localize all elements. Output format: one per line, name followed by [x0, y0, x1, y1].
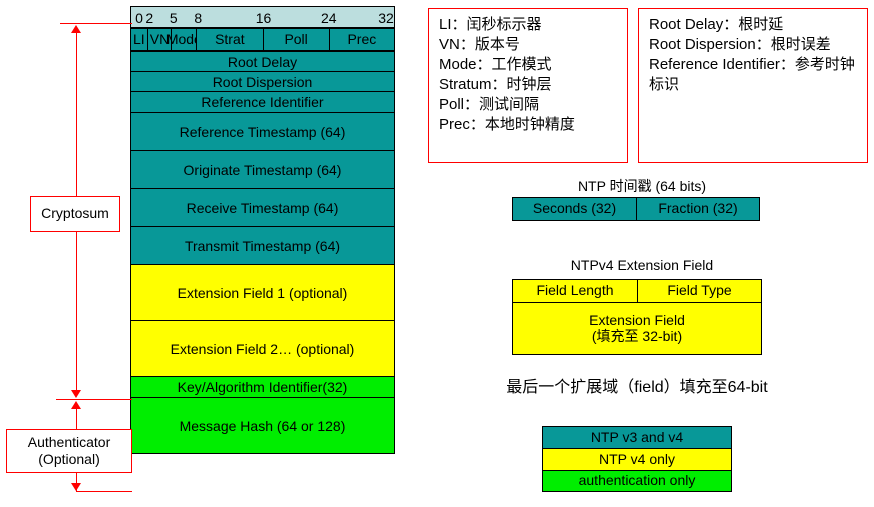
color-key-item: authentication only: [542, 470, 732, 492]
packet-row: Transmit Timestamp (64): [130, 226, 395, 264]
packet-row-label: Originate Timestamp (64): [183, 161, 342, 178]
cryptosum-bottom-tick: [56, 399, 132, 400]
header-field-mode: Mode: [167, 28, 202, 51]
cryptosum-bottom-arrow-icon: [71, 390, 81, 398]
authenticator-bottom-arrow-icon: [71, 483, 81, 491]
bit-tick-32: 32: [378, 10, 394, 26]
packet-row: Key/Algorithm Identifier(32): [130, 376, 395, 397]
packet-row: Receive Timestamp (64): [130, 188, 395, 226]
bit-tick-8: 8: [194, 10, 203, 26]
extension-padding-footnote-text: 最后一个扩展域（field）填充至64-bit: [506, 379, 768, 396]
authenticator-label-line2: (Optional): [38, 451, 100, 467]
header-field-label: LI: [132, 30, 145, 47]
authenticator-upper-stem: [76, 407, 77, 429]
header-field-li: LI: [130, 28, 147, 51]
header-field-prec: Prec: [328, 28, 395, 51]
extension-padding-footnote: 最后一个扩展域（field）填充至64-bit: [444, 373, 830, 397]
header-field-legend-line: LI：闰秒标示器: [439, 16, 542, 33]
header-field-label: Poll: [284, 30, 308, 47]
header-field-legend-line: Poll：测试间隔: [439, 95, 540, 113]
extension-body-line2: (填充至 32-bit): [591, 327, 683, 344]
timestamp-cell: Seconds (32): [512, 197, 636, 221]
cryptosum-label-box: Cryptosum: [30, 196, 120, 232]
ntp-packet-diagram: 0 2 5 8 16 24 32 LI VN Mode Strat Poll Prec Root De…: [130, 6, 395, 489]
cryptosum-upper-stem: [76, 31, 77, 196]
cryptosum-label: Cryptosum: [41, 205, 109, 222]
packet-header-fields-row: LI VN Mode Strat Poll Prec: [130, 28, 395, 51]
packet-row-label: Root Dispersion: [212, 73, 313, 90]
extension-header-cell-label: Field Length: [536, 282, 614, 299]
packet-row: Root Dispersion: [130, 71, 395, 91]
bit-tick-0: 0: [135, 10, 143, 26]
packet-row: Reference Identifier: [130, 91, 395, 112]
authenticator-label-box: Authenticator (Optional): [6, 429, 132, 473]
bit-position-ruler: 0 2 5 8 16 24 32: [130, 6, 395, 28]
extension-header-cell: Field Type: [637, 279, 762, 303]
bit-tick-2: 2: [145, 10, 154, 26]
color-legend-key: NTP v3 and v4 NTP v4 only authentication o…: [542, 426, 732, 492]
header-field-strat: Strat: [196, 28, 263, 51]
header-field-legend-line: VN：版本号: [439, 35, 520, 53]
extension-body-line1: Extension Field: [589, 311, 685, 328]
packet-row: Root Delay: [130, 51, 395, 71]
color-key-item: NTP v4 only: [542, 448, 732, 470]
extension-header-cell: Field Length: [512, 279, 637, 303]
root-field-legend-line: Root Dispersion：根时误差: [649, 35, 831, 53]
packet-row-label: Transmit Timestamp (64): [184, 237, 341, 254]
header-field-label: Strat: [215, 30, 245, 47]
color-key-item-label: NTP v3 and v4: [590, 428, 684, 445]
bit-tick-24: 24: [320, 10, 337, 26]
header-field-legend-line: Stratum：时钟层: [439, 75, 552, 93]
header-field-legend-line: Mode：工作模式: [439, 55, 552, 73]
authenticator-bottom-tick: [76, 491, 132, 492]
root-field-legend-box: Root Delay：根时延 Root Dispersion：根时误差 Refere…: [638, 8, 868, 163]
extension-body-cell: Extension Field (填充至 32-bit): [512, 302, 762, 355]
timestamp-cell-label: Seconds (32): [532, 200, 617, 217]
packet-row: Originate Timestamp (64): [130, 150, 395, 188]
bit-tick-5: 5: [169, 10, 178, 26]
packet-row: Reference Timestamp (64): [130, 112, 395, 150]
cryptosum-top-tick: [60, 23, 132, 24]
packet-row-label: Extension Field 1 (optional): [177, 284, 348, 301]
bit-tick-16: 16: [255, 10, 272, 26]
packet-row-label: Message Hash (64 or 128): [179, 417, 346, 434]
root-field-legend-line: Root Delay：根时延: [649, 16, 784, 33]
packet-row: Message Hash (64 or 128): [130, 397, 395, 454]
timestamp-cell: Fraction (32): [636, 197, 760, 221]
color-key-item-label: authentication only: [578, 472, 696, 489]
packet-row-label: Root Delay: [227, 53, 298, 70]
extension-header-row: Field Length Field Type: [512, 279, 762, 303]
packet-row-label: Reference Timestamp (64): [179, 123, 346, 140]
packet-row-label: Receive Timestamp (64): [186, 199, 339, 216]
authenticator-label-line1: Authenticator: [27, 433, 111, 450]
packet-row-label: Key/Algorithm Identifier(32): [177, 379, 348, 395]
packet-row-label: Extension Field 2… (optional): [170, 340, 355, 357]
timestamp-cell-label: Fraction (32): [658, 200, 738, 217]
header-field-legend-box: LI：闰秒标示器 VN：版本号 Mode：工作模式 Stratum：时钟层 Poll：测…: [428, 8, 628, 163]
header-field-legend-line: Prec：本地时钟精度: [439, 115, 575, 133]
header-field-label: Prec: [347, 30, 377, 47]
root-field-legend-line: Reference Identifier：参考时钟标识: [649, 55, 855, 93]
ntpv4-extension-caption: NTPv4 Extension Field: [512, 257, 772, 273]
packet-row-label: Reference Identifier: [201, 94, 324, 110]
ntpv4-extension-caption-text: NTPv4 Extension Field: [570, 257, 714, 273]
ntp-timestamp-caption-text: NTP 时间戳 (64 bits): [577, 178, 707, 194]
ntp-timestamp-caption: NTP 时间戳 (64 bits): [512, 176, 772, 196]
extension-header-cell-label: Field Type: [667, 282, 732, 299]
ntp-timestamp-field-row: Seconds (32) Fraction (32): [512, 197, 760, 221]
packet-row: Extension Field 2… (optional): [130, 320, 395, 376]
color-key-item: NTP v3 and v4: [542, 426, 732, 448]
cryptosum-lower-stem: [76, 232, 77, 396]
header-field-poll: Poll: [262, 28, 329, 51]
color-key-item-label: NTP v4 only: [599, 450, 675, 467]
packet-row: Extension Field 1 (optional): [130, 264, 395, 320]
